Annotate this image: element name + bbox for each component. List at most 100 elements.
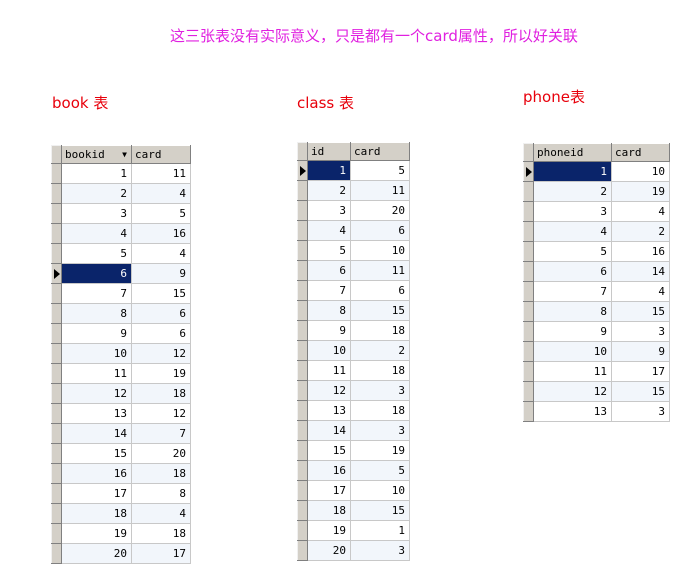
class-id-cell[interactable]: 5 bbox=[307, 240, 351, 261]
book-id-cell[interactable]: 7 bbox=[61, 283, 132, 304]
row-indicator[interactable] bbox=[523, 261, 534, 282]
table-row[interactable]: 12 18 bbox=[51, 383, 191, 404]
row-indicator[interactable] bbox=[51, 483, 62, 504]
row-indicator[interactable] bbox=[51, 463, 62, 484]
row-indicator[interactable] bbox=[297, 320, 308, 341]
class-id-cell[interactable]: 19 bbox=[307, 520, 351, 541]
row-indicator[interactable] bbox=[523, 401, 534, 422]
table-row[interactable]: 1 10 bbox=[523, 161, 670, 182]
class-id-cell[interactable]: 14 bbox=[307, 420, 351, 441]
card-cell[interactable]: 16 bbox=[611, 241, 670, 262]
row-indicator[interactable] bbox=[297, 180, 308, 201]
row-indicator[interactable] bbox=[523, 361, 534, 382]
column-header-card[interactable]: card bbox=[131, 145, 191, 164]
book-id-cell[interactable]: 19 bbox=[61, 523, 132, 544]
table-row[interactable]: 34 bbox=[523, 201, 670, 222]
book-id-cell[interactable]: 3 bbox=[61, 203, 132, 224]
table-row[interactable]: 69 bbox=[51, 263, 191, 284]
card-cell[interactable]: 11 bbox=[131, 163, 191, 184]
book-id-cell[interactable]: 4 bbox=[61, 223, 132, 244]
phone-id-cell[interactable]: 5 bbox=[533, 241, 612, 262]
card-cell[interactable]: 6 bbox=[350, 280, 410, 301]
book-id-cell[interactable]: 9 bbox=[61, 323, 132, 344]
table-row[interactable]: 5 10 bbox=[297, 240, 410, 261]
row-indicator[interactable] bbox=[51, 523, 62, 544]
table-row[interactable]: 46 bbox=[297, 220, 410, 241]
table-row[interactable]: 11 17 bbox=[523, 361, 670, 382]
row-indicator[interactable] bbox=[297, 340, 308, 361]
table-row[interactable]: 13 18 bbox=[297, 400, 410, 421]
table-row[interactable]: 96 bbox=[51, 323, 191, 344]
card-cell[interactable]: 18 bbox=[350, 320, 410, 341]
row-indicator[interactable] bbox=[51, 243, 62, 264]
class-id-cell[interactable]: 10 bbox=[307, 340, 351, 361]
card-cell[interactable]: 14 bbox=[611, 261, 670, 282]
class-id-cell[interactable]: 2 bbox=[307, 180, 351, 201]
table-row[interactable]: 8 15 bbox=[523, 301, 670, 322]
card-cell[interactable]: 6 bbox=[131, 303, 191, 324]
row-indicator[interactable] bbox=[297, 400, 308, 421]
card-cell[interactable]: 18 bbox=[350, 360, 410, 381]
row-indicator[interactable] bbox=[51, 423, 62, 444]
column-header-card[interactable]: card bbox=[611, 143, 670, 162]
row-indicator[interactable] bbox=[297, 460, 308, 481]
table-row[interactable]: 9 18 bbox=[297, 320, 410, 341]
table-row[interactable]: 12 3 bbox=[297, 380, 410, 401]
row-indicator[interactable] bbox=[523, 321, 534, 342]
row-indicator[interactable] bbox=[51, 383, 62, 404]
book-id-cell[interactable]: 18 bbox=[61, 503, 132, 524]
table-row[interactable]: 11 19 bbox=[51, 363, 191, 384]
table-row[interactable]: 12 15 bbox=[523, 381, 670, 402]
row-indicator[interactable] bbox=[297, 540, 308, 561]
card-cell[interactable]: 9 bbox=[611, 341, 670, 362]
class-id-cell[interactable]: 1 bbox=[307, 160, 351, 181]
card-cell[interactable]: 4 bbox=[131, 503, 191, 524]
row-indicator[interactable] bbox=[523, 201, 534, 222]
table-row[interactable]: 35 bbox=[51, 203, 191, 224]
column-header-card[interactable]: card bbox=[350, 142, 410, 161]
card-cell[interactable]: 18 bbox=[350, 400, 410, 421]
row-indicator[interactable] bbox=[51, 223, 62, 244]
table-row[interactable]: 15 19 bbox=[297, 440, 410, 461]
row-indicator[interactable] bbox=[297, 420, 308, 441]
class-id-cell[interactable]: 18 bbox=[307, 500, 351, 521]
phone-id-cell[interactable]: 3 bbox=[533, 201, 612, 222]
table-row[interactable]: 14 3 bbox=[297, 420, 410, 441]
class-id-cell[interactable]: 16 bbox=[307, 460, 351, 481]
row-indicator[interactable] bbox=[523, 281, 534, 302]
class-id-cell[interactable]: 6 bbox=[307, 260, 351, 281]
row-indicator[interactable] bbox=[51, 263, 62, 284]
table-row[interactable]: 10 2 bbox=[297, 340, 410, 361]
book-id-cell[interactable]: 5 bbox=[61, 243, 132, 264]
column-header-bookid[interactable]: bookid ▼ bbox=[61, 145, 132, 164]
card-cell[interactable]: 4 bbox=[611, 201, 670, 222]
column-header-phoneid[interactable]: phoneid bbox=[533, 143, 612, 162]
row-indicator[interactable] bbox=[51, 163, 62, 184]
table-row[interactable]: 6 11 bbox=[297, 260, 410, 281]
table-row[interactable]: 4 16 bbox=[51, 223, 191, 244]
row-indicator[interactable] bbox=[297, 240, 308, 261]
card-cell[interactable]: 6 bbox=[350, 220, 410, 241]
card-cell[interactable]: 10 bbox=[611, 161, 670, 182]
card-cell[interactable]: 2 bbox=[350, 340, 410, 361]
row-indicator[interactable] bbox=[51, 183, 62, 204]
row-indicator[interactable] bbox=[297, 480, 308, 501]
card-cell[interactable]: 17 bbox=[131, 543, 191, 564]
card-cell[interactable]: 15 bbox=[131, 283, 191, 304]
table-row[interactable]: 15 bbox=[297, 160, 410, 181]
card-cell[interactable]: 4 bbox=[131, 183, 191, 204]
card-cell[interactable]: 5 bbox=[131, 203, 191, 224]
card-cell[interactable]: 12 bbox=[131, 343, 191, 364]
table-row[interactable]: 19 18 bbox=[51, 523, 191, 544]
book-id-cell[interactable]: 16 bbox=[61, 463, 132, 484]
card-cell[interactable]: 15 bbox=[350, 500, 410, 521]
card-cell[interactable]: 5 bbox=[350, 460, 410, 481]
card-cell[interactable]: 4 bbox=[611, 281, 670, 302]
phone-id-cell[interactable]: 12 bbox=[533, 381, 612, 402]
card-cell[interactable]: 9 bbox=[131, 263, 191, 284]
card-cell[interactable]: 20 bbox=[131, 443, 191, 464]
card-cell[interactable]: 3 bbox=[350, 540, 410, 561]
table-row[interactable]: 16 5 bbox=[297, 460, 410, 481]
card-cell[interactable]: 10 bbox=[350, 240, 410, 261]
card-cell[interactable]: 18 bbox=[131, 383, 191, 404]
